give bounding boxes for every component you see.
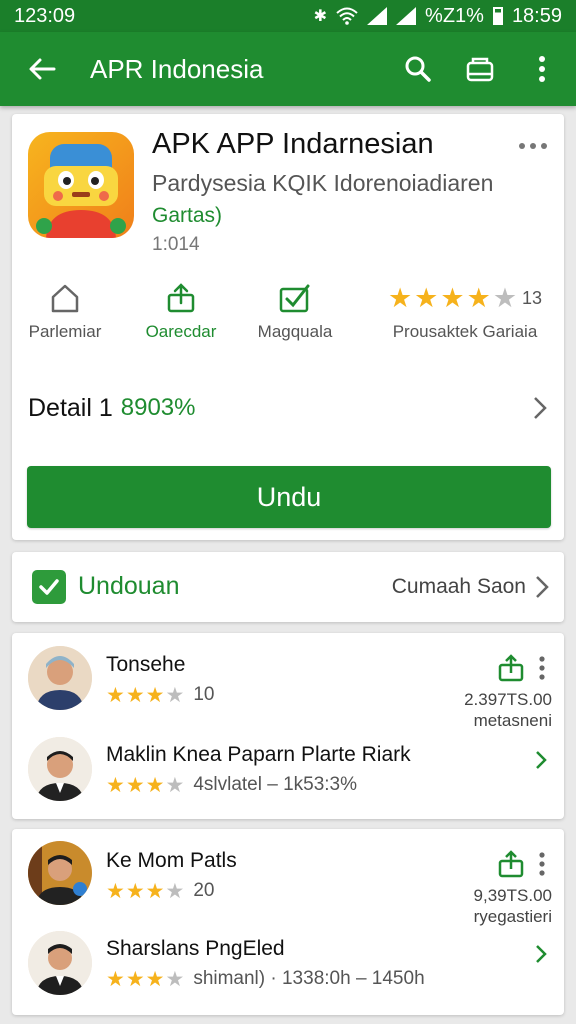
review-meta: 10 [193, 684, 215, 705]
quick-action-label: Magquala [257, 322, 333, 341]
chevron-right-icon [534, 397, 547, 419]
rating-label: Prousaktek Gariaia [392, 322, 538, 341]
star-empty-icon: ★ [165, 683, 185, 707]
detail-value: 8903% [120, 394, 196, 421]
rating-count: 13 [522, 287, 543, 308]
battery-percent: %Z1% [425, 4, 484, 27]
avatar [28, 646, 92, 710]
star-icon: ★ [414, 282, 439, 314]
share-icon [161, 278, 201, 318]
detail-row[interactable]: Detail 1 8903% [12, 382, 564, 434]
app-detail-card: APK APP Indarnesian Pardysesia KQIK Idor… [12, 114, 564, 540]
list-item[interactable]: Sharslans PngEled ★ ★ ★ ★ shimanl) · 1338:0… [12, 921, 564, 1011]
signal-icon-2 [396, 7, 417, 25]
list-item[interactable]: Tonsehe ★ ★ ★ ★ 10 2.397TS.00 metasneni [12, 633, 564, 730]
overflow-menu-icon[interactable] [538, 851, 546, 877]
review-meta: 4slvlatel – 1k53:3% [193, 774, 358, 795]
reviewer-name: Tonsehe [106, 653, 186, 676]
status-icons: ✱ %Z1% 18:59 [314, 5, 562, 28]
share-icon[interactable] [496, 849, 526, 879]
reviewer-name: Maklin Knea Paparn Plarte Riark [106, 743, 411, 766]
install-button[interactable]: Undu [27, 466, 551, 528]
detail-label: Detail 1 [28, 393, 113, 422]
review-rating: ★ ★ ★ ★ 20 [106, 879, 214, 903]
list-item[interactable]: Maklin Knea Paparn Plarte Riark ★ ★ ★ ★ 4sl… [12, 725, 564, 815]
review-rating: ★ ★ ★ ★ shimanl) · 1338:0h – 1450h [106, 967, 425, 991]
star-icon: ★ [387, 282, 413, 314]
review-rating: ★ ★ ★ ★ 10 [106, 683, 214, 707]
appbar-actions [398, 49, 562, 89]
avatar [28, 737, 92, 801]
app-bar: APR Indonesia [0, 32, 576, 106]
app-version: 1:014 [152, 234, 200, 255]
star-icon: ★ [145, 683, 165, 707]
more-horizontal-icon[interactable] [518, 136, 548, 156]
star-icon: ★ [145, 967, 165, 991]
star-empty-icon: ★ [165, 773, 185, 797]
star-icon: ★ [106, 773, 125, 797]
review-meta: 20 [193, 880, 215, 901]
review-card: Ke Mom Patls ★ ★ ★ ★ 20 9,39TS.00 ryegastie… [12, 829, 564, 1015]
chevron-right-icon[interactable] [534, 943, 548, 965]
check-folder-icon [275, 278, 315, 318]
star-icon: ★ [106, 683, 125, 707]
star-empty-icon: ★ [165, 879, 185, 903]
quick-action-home[interactable]: Parlemiar [22, 278, 108, 342]
checkbox-checked-icon [32, 570, 66, 604]
star-empty-icon: ★ [165, 967, 185, 991]
status-bar: 123:09 ✱ %Z1% 18:59 [0, 0, 576, 32]
quick-action-share[interactable]: Oarecdar [138, 278, 224, 342]
chevron-right-icon [536, 576, 549, 598]
quick-action-check[interactable]: Magquala [252, 278, 338, 342]
review-card: Tonsehe ★ ★ ★ ★ 10 2.397TS.00 metasneni Mak… [12, 633, 564, 819]
reviewer-name: Sharslans PngEled [106, 937, 285, 960]
share-icon[interactable] [496, 653, 526, 683]
wifi-icon [336, 7, 358, 25]
list-item[interactable]: Ke Mom Patls ★ ★ ★ ★ 20 9,39TS.00 ryegastie… [12, 829, 564, 926]
battery-icon [492, 7, 503, 25]
review-meta: shimanl) · 1338:0h – 1450h [193, 968, 425, 989]
star-icon: ★ [440, 282, 465, 314]
install-status-card[interactable]: Undouan Cumaah Saon [12, 552, 564, 622]
overflow-menu-icon[interactable] [538, 655, 546, 681]
star-icon: ★ [106, 879, 125, 903]
appbar-title: APR Indonesia [90, 53, 264, 84]
status-label: Undouan [78, 572, 180, 600]
app-price: Gartas) [152, 204, 223, 227]
star-icon: ★ [125, 879, 145, 903]
avatar [28, 931, 92, 995]
signal-icon [367, 7, 388, 25]
bluetooth-icon: ✱ [313, 8, 328, 25]
quick-action-label: Oarecdar [145, 322, 217, 341]
star-empty-icon: ★ [492, 282, 518, 314]
star-icon: ★ [466, 282, 491, 314]
review-value-line: 2.397TS.00 [464, 690, 552, 709]
review-rating: ★ ★ ★ ★ 4slvlatel – 1k53:3% [106, 773, 357, 797]
avatar [28, 841, 92, 905]
quick-action-label: Parlemiar [28, 322, 102, 341]
rating-summary[interactable]: ★ ★ ★ ★ ★ 13 Prousaktek Gariaia [380, 278, 550, 342]
star-icon: ★ [125, 773, 145, 797]
home-outline-icon [45, 278, 85, 318]
status-time-left: 123:09 [14, 4, 76, 27]
app-logo [28, 132, 134, 238]
star-icon: ★ [145, 773, 165, 797]
review-value-line: 9,39TS.00 [473, 886, 552, 905]
app-developer[interactable]: Pardysesia KQIK Idorenoiadiaren [152, 170, 493, 197]
search-icon[interactable] [398, 49, 438, 89]
star-icon: ★ [145, 879, 165, 903]
back-arrow-icon[interactable] [22, 49, 62, 89]
overflow-menu-icon[interactable] [522, 49, 562, 89]
star-icon: ★ [125, 683, 145, 707]
chevron-right-icon[interactable] [534, 749, 548, 771]
rating-stars: ★ ★ ★ ★ ★ 13 [380, 278, 550, 318]
app-title: APK APP Indarnesian [152, 128, 434, 160]
status-time-right: 18:59 [511, 4, 562, 27]
reviewer-name: Ke Mom Patls [106, 849, 237, 872]
library-icon[interactable] [460, 49, 500, 89]
star-icon: ★ [125, 967, 145, 991]
status-right-text: Cumaah Saon [391, 575, 526, 598]
star-icon: ★ [106, 967, 125, 991]
